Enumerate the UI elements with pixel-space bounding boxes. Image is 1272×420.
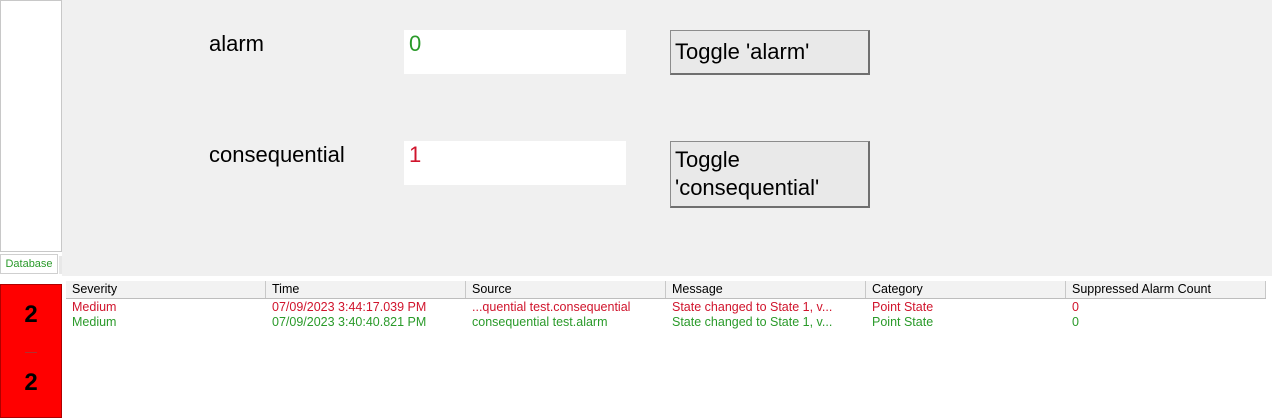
toggle-alarm-button[interactable]: Toggle 'alarm' — [670, 30, 870, 75]
cell-category: Point State — [872, 300, 934, 314]
cell-message: State changed to State 1, v... — [672, 315, 833, 329]
alarm-count-unacknowledged: 2 — [24, 369, 38, 396]
display-panel: alarm 0 Toggle 'alarm' consequential 1 T… — [62, 0, 1272, 276]
table-header: Severity Time Source Message Category Su… — [66, 281, 1266, 299]
cell-time: 07/09/2023 3:44:17.039 PM — [272, 300, 427, 314]
alarm-count-total: 2 — [24, 301, 38, 328]
column-header-severity[interactable]: Severity — [66, 281, 266, 298]
column-header-message[interactable]: Message — [666, 281, 866, 298]
alarm-table: Severity Time Source Message Category Su… — [66, 281, 1272, 420]
consequential-label: consequential — [209, 142, 345, 167]
tab-database[interactable]: Database — [0, 254, 58, 274]
cell-source: consequential test.alarm — [472, 315, 608, 329]
column-header-category[interactable]: Category — [866, 281, 1066, 298]
cell-suppressed-count: 0 — [1072, 300, 1079, 314]
consequential-value-field: 1 — [404, 141, 626, 185]
cell-suppressed-count: 0 — [1072, 315, 1079, 329]
column-header-suppressed-alarm-count[interactable]: Suppressed Alarm Count — [1066, 281, 1266, 298]
sidebar-panel — [0, 0, 62, 252]
alarm-value-field: 0 — [404, 30, 626, 74]
toggle-consequential-button[interactable]: Toggle 'consequential' — [670, 141, 870, 208]
column-header-source[interactable]: Source — [466, 281, 666, 298]
table-row[interactable]: Medium 07/09/2023 3:44:17.039 PM ...quen… — [66, 300, 1266, 315]
cell-time: 07/09/2023 3:40:40.821 PM — [272, 315, 427, 329]
column-header-time[interactable]: Time — [266, 281, 466, 298]
table-row[interactable]: Medium 07/09/2023 3:40:40.821 PM consequ… — [66, 315, 1266, 330]
alarm-label: alarm — [209, 31, 265, 56]
cell-severity: Medium — [72, 315, 117, 329]
counter-divider — [25, 352, 37, 353]
cell-category: Point State — [872, 315, 934, 329]
cell-source: ...quential test.consequential — [472, 300, 631, 314]
cell-severity: Medium — [72, 300, 117, 314]
active-alarm-counter[interactable]: 2 2 — [0, 284, 62, 418]
cell-message: State changed to State 1, v... — [672, 300, 833, 314]
